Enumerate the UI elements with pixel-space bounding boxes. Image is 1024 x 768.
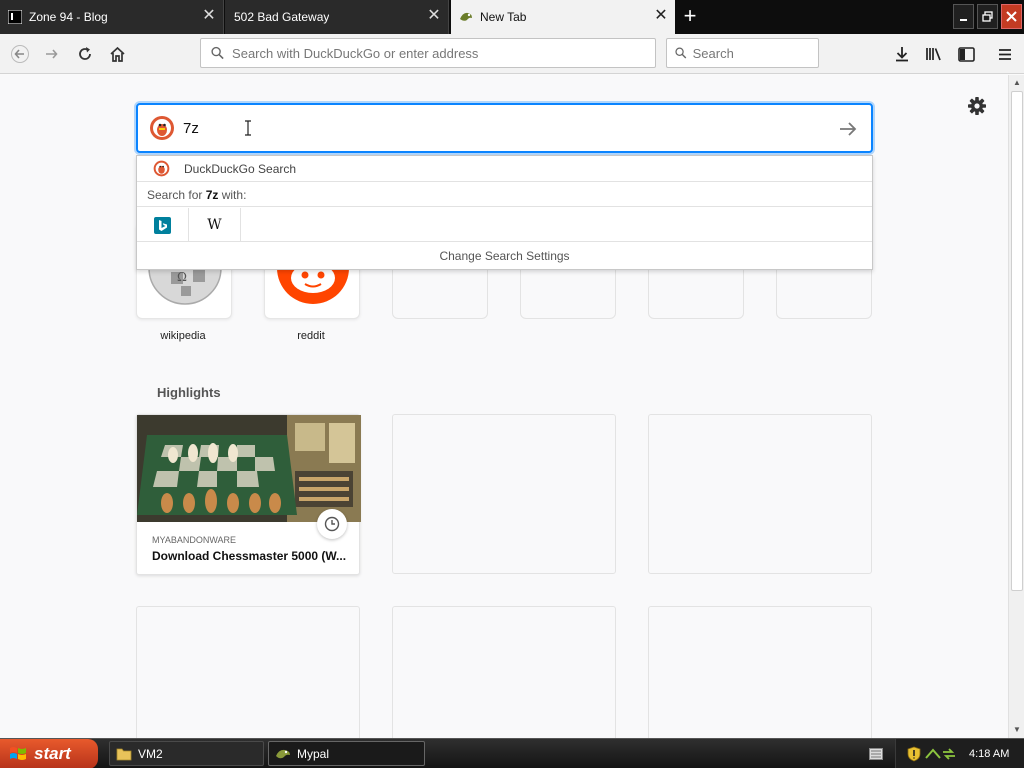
search-for-header: Search for 7z with: — [137, 183, 872, 207]
card-source: MYABANDONWARE — [152, 535, 237, 545]
close-tab-icon[interactable]: ✕ — [653, 8, 669, 24]
tab-new-tab[interactable]: New Tab ✕ — [451, 0, 675, 34]
scroll-up-icon[interactable]: ▲ — [1009, 75, 1024, 91]
downloads-button[interactable] — [888, 40, 916, 68]
menu-button[interactable] — [991, 40, 1019, 68]
highlight-card-empty — [392, 414, 616, 574]
taskbar-item-label: Mypal — [297, 746, 330, 761]
library-button[interactable] — [920, 40, 948, 68]
highlight-card-empty — [392, 606, 616, 738]
start-label: start — [34, 744, 71, 763]
highlights-heading: Highlights — [157, 385, 221, 400]
minimize-icon — [959, 18, 967, 21]
highlight-card-empty — [648, 414, 872, 574]
tab-title: Zone 94 - Blog — [29, 10, 108, 24]
new-tab-page: Ω wikipedia reddit Highlights MYABANDONW… — [0, 75, 1008, 738]
network-icon[interactable] — [925, 748, 941, 760]
new-tab-button[interactable]: + — [678, 5, 702, 29]
tab-bar: Zone 94 - Blog ✕ 502 Bad Gateway ✕ New T… — [0, 0, 1024, 34]
restore-icon — [982, 11, 993, 22]
windows-logo-icon — [10, 747, 26, 760]
search-icon — [675, 47, 687, 59]
taskbar-item-label: VM2 — [138, 746, 163, 761]
text-cursor-icon — [245, 120, 251, 136]
search-for-prefix: Search for — [147, 188, 206, 202]
minimize-button[interactable] — [953, 4, 974, 29]
scroll-down-icon[interactable]: ▼ — [1009, 722, 1024, 738]
address-input[interactable] — [232, 45, 655, 61]
card-title: Download Chessmaster 5000 (W... — [152, 549, 347, 563]
search-suggestions-dropdown: DuckDuckGo Search Search for 7z with: W … — [136, 155, 873, 270]
restore-button[interactable] — [977, 4, 998, 29]
folder-icon — [116, 748, 132, 760]
taskbar-item-vm2[interactable]: VM2 — [109, 741, 264, 766]
keyboard-icon[interactable] — [869, 748, 883, 760]
bing-icon — [154, 216, 171, 234]
top-site-label: reddit — [297, 330, 325, 342]
highlight-card-empty — [648, 606, 872, 738]
change-search-settings-button[interactable]: Change Search Settings — [137, 243, 872, 270]
search-icon — [211, 46, 224, 60]
network-activity-icon[interactable] — [942, 748, 956, 760]
tab-502-bad-gateway[interactable]: 502 Bad Gateway ✕ — [225, 0, 449, 34]
start-button[interactable]: start — [0, 739, 98, 768]
download-icon — [896, 47, 908, 62]
close-tab-icon[interactable]: ✕ — [426, 8, 442, 24]
page-search-input[interactable] — [183, 119, 783, 137]
reload-icon — [79, 47, 91, 60]
top-site-label: wikipedia — [160, 330, 206, 342]
gear-icon[interactable] — [966, 95, 988, 117]
navigation-toolbar — [0, 34, 1024, 74]
taskbar-item-mypal[interactable]: Mypal — [268, 741, 425, 766]
search-query-bold: 7z — [205, 188, 219, 202]
forward-arrow-icon — [46, 49, 58, 59]
forward-button[interactable] — [38, 40, 66, 68]
suggestion-label: DuckDuckGo Search — [184, 161, 297, 176]
chessmaster-thumbnail — [137, 415, 361, 522]
sidebar-icon — [957, 46, 975, 62]
wikipedia-w-icon: W — [207, 217, 222, 233]
highlight-card-empty — [136, 606, 360, 738]
home-icon — [109, 46, 125, 62]
close-icon — [1006, 11, 1017, 22]
engine-bing-button[interactable] — [137, 208, 189, 242]
clock-icon — [317, 509, 347, 539]
back-button[interactable] — [6, 40, 34, 68]
close-tab-icon[interactable]: ✕ — [201, 8, 217, 24]
duckduckgo-icon — [153, 160, 170, 177]
go-arrow-icon[interactable] — [837, 118, 859, 140]
tab-zone94-blog[interactable]: Zone 94 - Blog ✕ — [0, 0, 224, 34]
library-icon — [926, 48, 941, 61]
security-shield-icon[interactable] — [907, 746, 921, 762]
one-off-engines: W — [137, 208, 872, 242]
sidebar-button[interactable] — [952, 40, 980, 68]
svg-text:Ω: Ω — [177, 270, 187, 284]
address-bar[interactable] — [200, 38, 656, 68]
hamburger-menu-icon — [999, 48, 1011, 60]
engine-wikipedia-button[interactable]: W — [189, 208, 241, 242]
search-bar[interactable] — [666, 38, 819, 68]
tab-title: 502 Bad Gateway — [234, 10, 330, 24]
page-search-box[interactable] — [136, 103, 873, 153]
back-arrow-icon — [11, 45, 29, 63]
search-input[interactable] — [692, 45, 818, 61]
tab-title: New Tab — [480, 10, 527, 24]
zone94-favicon-icon — [8, 10, 22, 24]
reload-button[interactable] — [71, 40, 99, 68]
close-window-button[interactable] — [1001, 4, 1022, 29]
scroll-thumb[interactable] — [1011, 91, 1023, 591]
mypal-favicon-icon — [460, 12, 472, 21]
mypal-icon — [276, 749, 290, 758]
system-clock[interactable]: 4:18 AM — [969, 748, 1009, 760]
search-for-suffix: with: — [218, 188, 247, 202]
windows-taskbar: start VM2 Mypal 4:18 AM — [0, 738, 1024, 768]
highlight-card[interactable]: MYABANDONWARE Download Chessmaster 5000 … — [136, 414, 361, 575]
vertical-scrollbar[interactable]: ▲ ▼ — [1008, 75, 1024, 738]
duckduckgo-icon — [150, 116, 174, 140]
suggestion-duckduckgo[interactable]: DuckDuckGo Search — [137, 156, 872, 182]
home-button[interactable] — [103, 40, 131, 68]
